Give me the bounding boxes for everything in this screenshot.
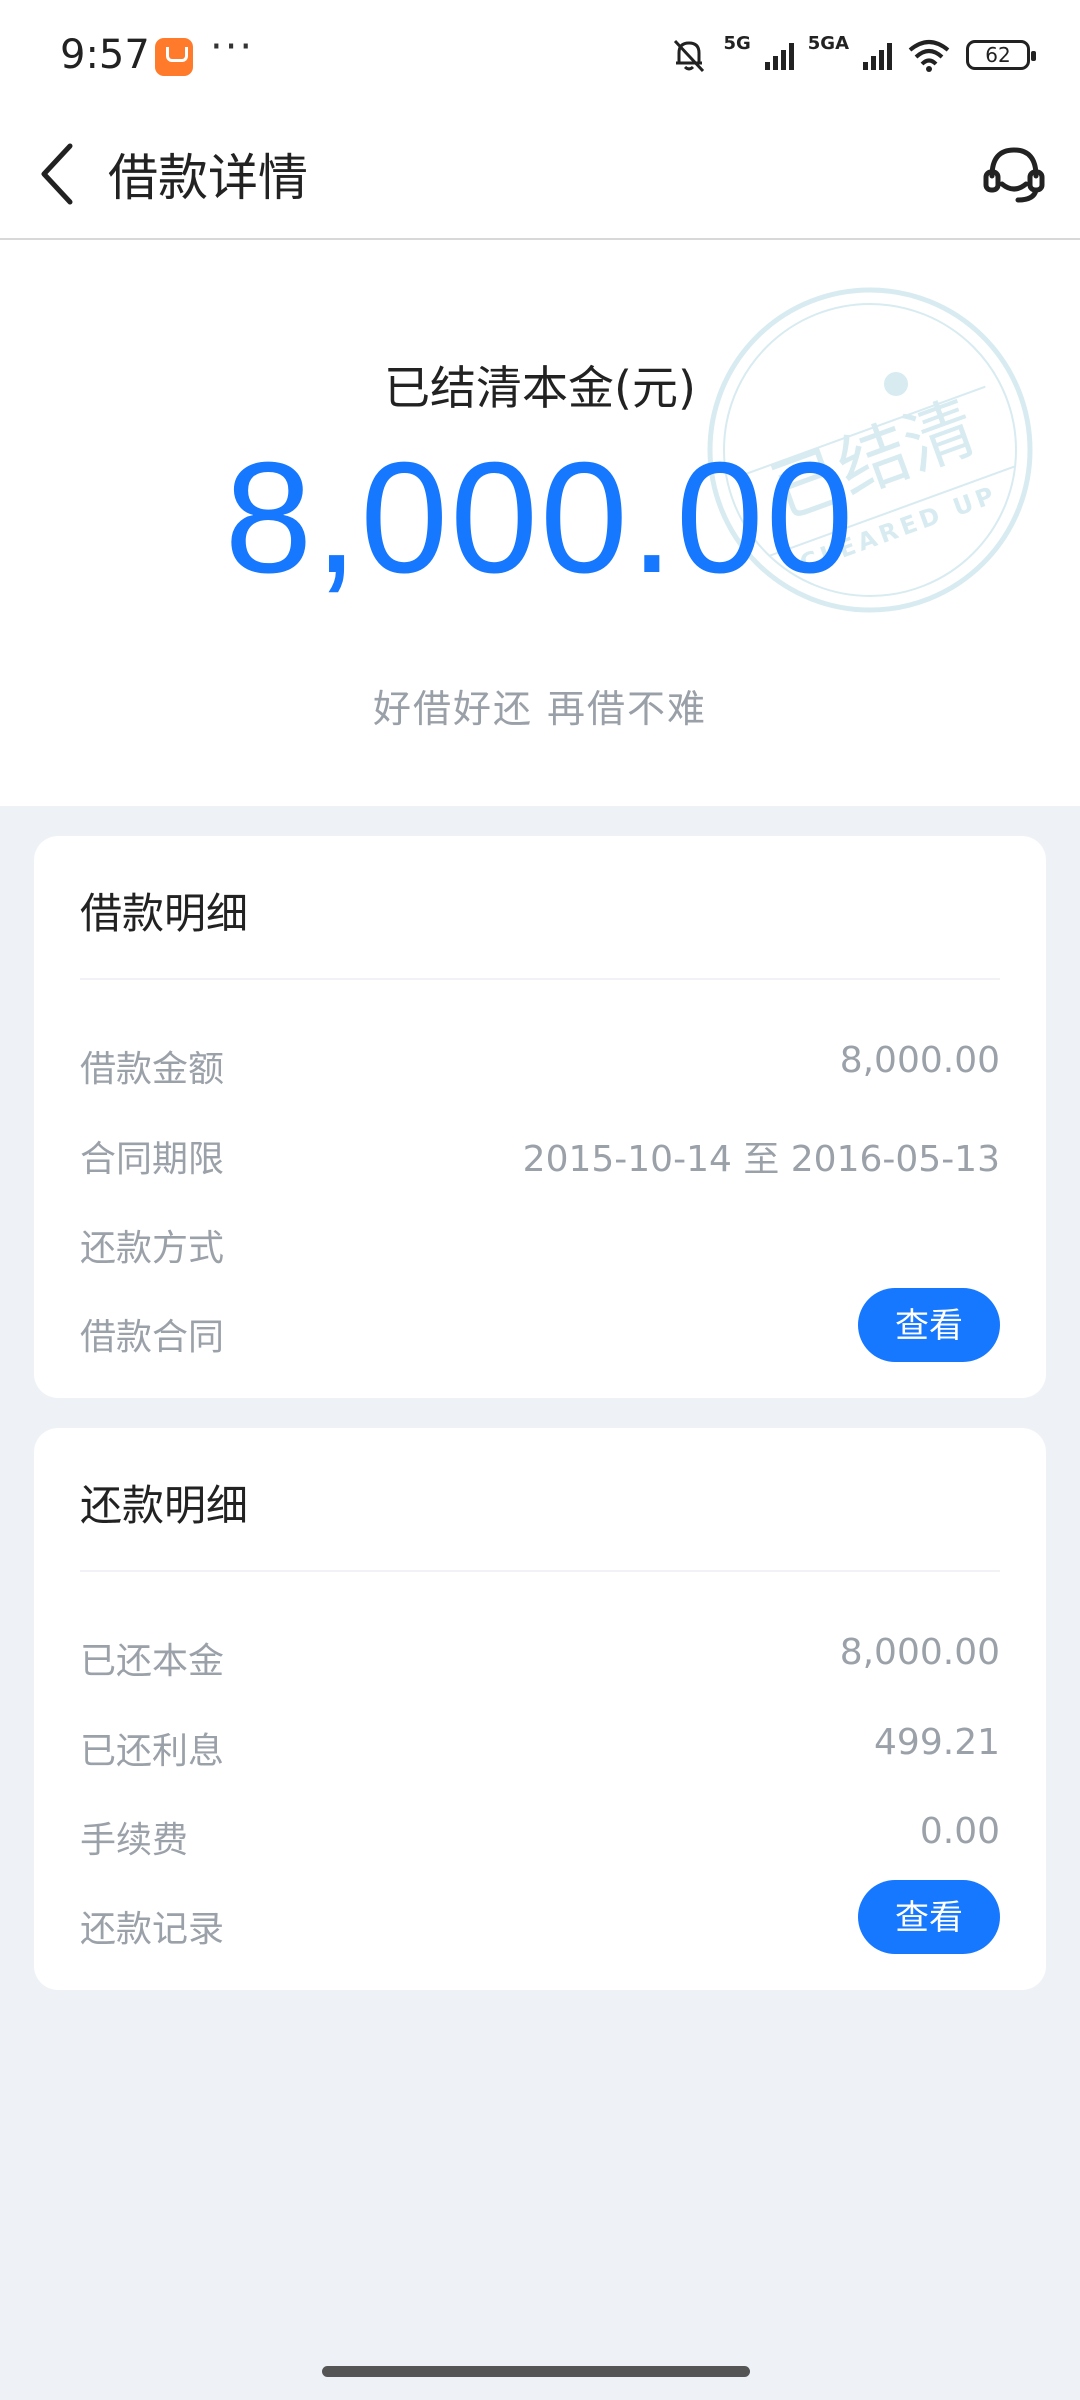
battery-icon: 62: [966, 40, 1036, 70]
loan-detail-title: 借款明细: [80, 889, 249, 938]
signal-1-icon: [764, 40, 794, 70]
repayment-detail-title: 还款明细: [80, 1481, 249, 1530]
shopping-app-icon: [155, 38, 193, 76]
settled-principal-label: 已结清本金(元): [384, 361, 696, 415]
repaid-principal-row: 已还本金 8,000.00: [80, 1624, 1000, 1684]
page-title: 借款详情: [108, 149, 308, 207]
row-label: 已还本金: [80, 1641, 225, 1682]
customer-service-headset-icon[interactable]: [978, 138, 1050, 210]
loan-detail-card: 借款明细 借款金额 8,000.00 合同期限 2015-10-14 至 201…: [34, 836, 1046, 1398]
view-contract-button[interactable]: 查看: [858, 1288, 1000, 1362]
row-label: 已还利息: [80, 1731, 225, 1772]
repaid-interest-row: 已还利息 499.21: [80, 1714, 1000, 1774]
settled-summary: 已结清 CLEARED UP 已结清本金(元) 8,000.00 好借好还 再借…: [0, 240, 1080, 806]
fee-value: 0.00: [919, 1811, 1000, 1852]
loan-amount-value: 8,000.00: [839, 1040, 1000, 1081]
contract-term-row: 合同期限 2015-10-14 至 2016-05-13: [80, 1122, 1000, 1182]
repayment-method-row: 还款方式: [80, 1211, 1000, 1271]
contract-term-value: 2015-10-14 至 2016-05-13: [522, 1139, 1000, 1180]
row-label: 还款方式: [80, 1228, 225, 1269]
home-indicator[interactable]: [322, 2366, 750, 2377]
wifi-icon: [908, 40, 950, 72]
settled-principal-amount: 8,000.00: [224, 430, 856, 606]
nav-bar: 借款详情: [0, 110, 1080, 240]
back-chevron-icon[interactable]: [30, 136, 90, 212]
network-type-1: 5G: [723, 32, 751, 54]
row-label: 借款金额: [80, 1049, 225, 1090]
row-label: 借款合同: [80, 1317, 225, 1358]
status-bar: 9:57 ··· 5G 5GA 62: [0, 0, 1080, 110]
divider: [80, 978, 1000, 980]
repayment-record-row: 还款记录 查看: [80, 1880, 1000, 1954]
loan-contract-row: 借款合同 查看: [80, 1288, 1000, 1362]
view-repayment-record-button[interactable]: 查看: [858, 1880, 1000, 1954]
more-notifications-icon: ···: [210, 24, 255, 70]
slogan: 好借好还 再借不难: [372, 687, 708, 731]
mute-bell-icon: [674, 39, 705, 73]
repayment-detail-card: 还款明细 已还本金 8,000.00 已还利息 499.21 手续费 0.00 …: [34, 1428, 1046, 1990]
loan-amount-row: 借款金额 8,000.00: [80, 1032, 1000, 1092]
signal-2-icon: [863, 40, 892, 70]
repaid-interest-value: 499.21: [874, 1722, 1000, 1763]
row-label: 手续费: [80, 1820, 189, 1861]
status-icons: 5G 5GA 62: [669, 30, 1036, 80]
divider: [80, 1570, 1000, 1572]
repaid-principal-value: 8,000.00: [839, 1632, 1000, 1673]
network-type-2: 5GA: [807, 32, 849, 54]
fee-row: 手续费 0.00: [80, 1803, 1000, 1863]
row-label: 还款记录: [80, 1909, 225, 1950]
row-label: 合同期限: [80, 1139, 225, 1180]
status-time: 9:57: [60, 32, 150, 78]
